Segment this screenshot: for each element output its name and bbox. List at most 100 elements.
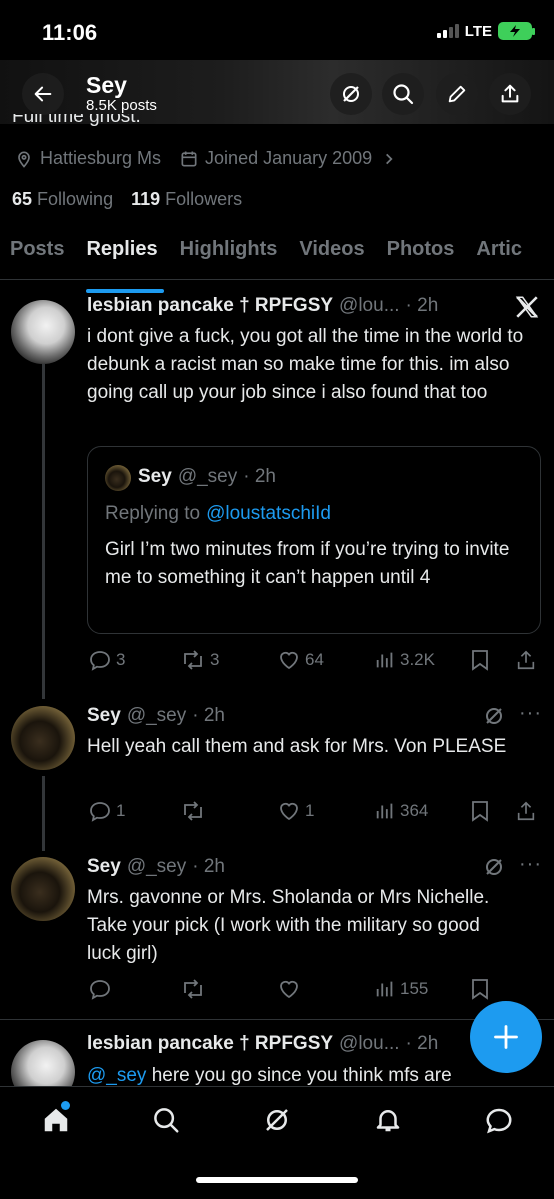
pencil-icon [448, 85, 466, 103]
followers-link[interactable]: 119 Followers [131, 189, 242, 210]
status-time: 11:06 [42, 20, 98, 45]
message-icon [486, 1108, 512, 1134]
avatar[interactable] [11, 300, 75, 364]
post-actions: 155 [0, 976, 554, 1002]
tab-articles[interactable]: Artic [466, 232, 534, 279]
post-text: i dont give a fuck, you got all the time… [87, 326, 524, 403]
quote-author-name: Sey [138, 466, 172, 487]
post-header: lesbian pancake † RPFGSY @lou... · 2h [87, 1033, 438, 1055]
share-button[interactable] [489, 73, 531, 115]
header-post-count: 8.5K posts [86, 97, 157, 114]
post-header: lesbian pancake † RPFGSY @lou... · 2h [87, 295, 438, 317]
like-button[interactable]: 64 [277, 648, 324, 672]
profile-bio: Full time ghost. [12, 114, 141, 127]
tab-highlights[interactable]: Highlights [170, 232, 290, 279]
author-name[interactable]: lesbian pancake † RPFGSY [87, 295, 333, 317]
author-handle: @lou... [339, 1033, 400, 1054]
post-text: Hell yeah call them and ask for Mrs. Von… [87, 736, 507, 757]
post-divider [0, 1019, 554, 1020]
tab-posts[interactable]: Posts [0, 232, 76, 279]
profile-joined: Joined January 2009 [205, 148, 373, 168]
nav-notifications[interactable] [373, 1105, 403, 1140]
profile-meta: Hattiesburg Ms Joined January 2009 [14, 148, 396, 169]
home-indicator [196, 1177, 358, 1183]
reply-icon [90, 802, 110, 822]
x-logo-icon [515, 296, 539, 318]
replying-to: Replying to @loustatschiId [105, 503, 331, 525]
reply-button[interactable]: 1 [88, 799, 125, 823]
quote-time: · 2h [243, 466, 276, 487]
view-count: 364 [400, 801, 429, 820]
bookmark-icon [472, 979, 488, 1000]
header-name: Sey [86, 72, 127, 98]
network-label: LTE [464, 22, 492, 40]
following-link[interactable]: 65 Following [12, 189, 113, 210]
reply-count: 3 [116, 650, 126, 669]
compose-button[interactable] [470, 1001, 542, 1073]
tab-replies[interactable]: Replies [76, 232, 169, 293]
grok-icon[interactable] [482, 855, 506, 879]
views-icon [376, 803, 393, 819]
post-actions: 3 3 64 3.2K [0, 647, 554, 673]
grok-icon [343, 86, 359, 102]
more-icon[interactable]: ··· [519, 853, 542, 876]
avatar[interactable] [11, 706, 75, 770]
share-icon [517, 801, 535, 821]
repost-icon [184, 801, 202, 821]
grok-icon[interactable] [482, 704, 506, 728]
nav-home[interactable] [41, 1101, 71, 1140]
bookmark-icon [472, 801, 488, 822]
grok-button[interactable] [330, 73, 372, 115]
views-button[interactable]: 155 [374, 978, 428, 1000]
like-count: 1 [305, 801, 315, 820]
tab-videos[interactable]: Videos [289, 232, 376, 279]
views-button[interactable]: 3.2K [374, 649, 435, 671]
repost-button[interactable] [180, 799, 206, 823]
like-button[interactable] [277, 977, 301, 1001]
search-icon [154, 1108, 179, 1133]
nav-search[interactable] [151, 1105, 181, 1140]
bookmark-button[interactable] [469, 799, 491, 823]
replying-to-link[interactable]: @loustatschiId [206, 503, 331, 525]
status-indicators: LTE [436, 22, 535, 40]
bookmark-button[interactable] [469, 648, 491, 672]
mention-link[interactable]: @_sey [87, 1065, 146, 1086]
post-actions: 1 1 364 [0, 798, 554, 824]
share-icon [517, 650, 535, 670]
search-button[interactable] [382, 73, 424, 115]
nav-messages[interactable] [484, 1105, 514, 1140]
repost-icon [184, 650, 202, 670]
author-handle: @_sey [126, 705, 187, 726]
views-button[interactable]: 364 [374, 800, 428, 822]
share-post-button[interactable] [515, 648, 537, 672]
reply-count: 1 [116, 801, 126, 820]
reply-button[interactable] [88, 977, 112, 1001]
post-time: · 2h [405, 295, 439, 316]
repost-button[interactable] [180, 977, 206, 1001]
battery-icon [498, 22, 535, 40]
quote-avatar [105, 465, 131, 491]
author-handle: @_sey [126, 856, 187, 877]
plus-icon [494, 1025, 518, 1049]
more-icon[interactable]: ··· [519, 702, 542, 725]
chevron-right-icon[interactable] [382, 152, 396, 166]
avatar[interactable] [11, 857, 75, 921]
reply-button[interactable]: 3 [88, 648, 125, 672]
location-icon [18, 151, 30, 168]
author-name[interactable]: Sey [87, 705, 121, 727]
bookmark-button[interactable] [469, 977, 491, 1001]
arrow-left-icon [34, 86, 52, 102]
back-button[interactable] [22, 73, 64, 115]
home-notification-dot [61, 1101, 70, 1110]
repost-button[interactable]: 3 [180, 648, 219, 672]
grok-icon [266, 1109, 288, 1131]
author-name[interactable]: Sey [87, 856, 121, 878]
nav-grok[interactable] [262, 1105, 292, 1140]
edit-button[interactable] [436, 73, 478, 115]
author-name[interactable]: lesbian pancake † RPFGSY [87, 1033, 333, 1055]
like-button[interactable]: 1 [277, 799, 314, 823]
post-time: · 2h [192, 705, 225, 726]
tab-photos[interactable]: Photos [377, 232, 467, 279]
view-count: 155 [400, 979, 429, 998]
share-post-button[interactable] [515, 799, 537, 823]
